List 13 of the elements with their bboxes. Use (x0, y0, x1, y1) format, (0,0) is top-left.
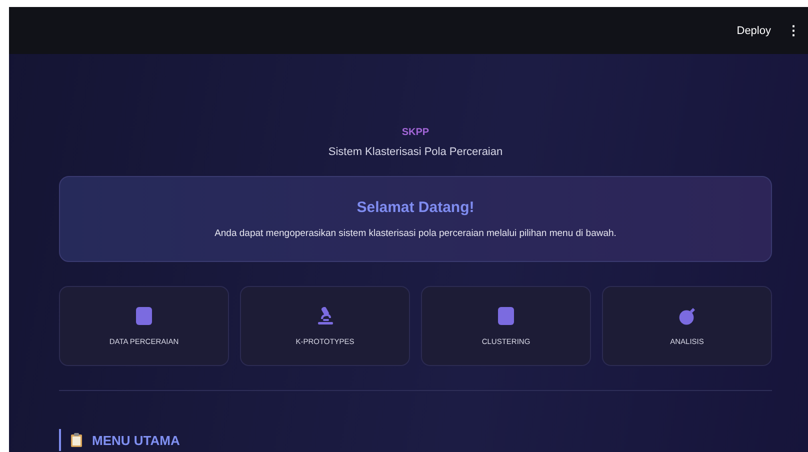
microscope-icon (316, 306, 334, 324)
menu-button[interactable]: ⋮ (787, 23, 800, 38)
square-icon (136, 306, 152, 324)
app-title: SKPP (400, 127, 430, 138)
app-subtitle: Sistem Klasterisasi Pola Perceraian (327, 146, 504, 158)
square-icon (498, 306, 514, 324)
welcome-title: Selamat Datang! (356, 199, 474, 216)
welcome-text: Anda dapat mengoperasikan sistem klasterisasi pola perceraian melalui pilihan menu di bawah. (214, 228, 616, 239)
bomb-icon (678, 306, 696, 324)
deploy-button[interactable]: Deploy (736, 24, 771, 36)
clipboard-icon (71, 433, 82, 447)
section-title: MENU UTAMA (92, 432, 180, 448)
accent-bar (59, 429, 61, 451)
